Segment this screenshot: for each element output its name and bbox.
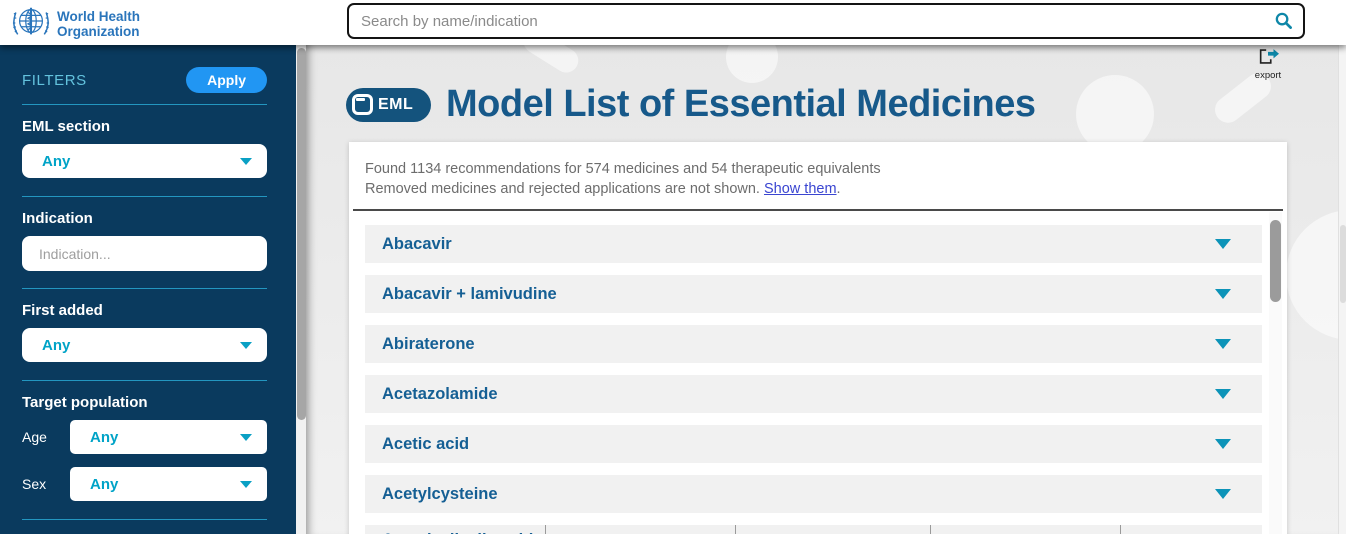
chevron-down-icon [240,434,252,441]
medicine-name: Abiraterone [382,335,475,354]
chevron-down-icon [1215,489,1231,499]
results-panel: Found 1134 recommendations for 574 medic… [349,142,1287,534]
sidebar-scrollbar [296,45,306,534]
age-value: Any [90,429,118,446]
watermark-pill [1286,210,1346,340]
divider [22,519,267,520]
who-emblem-icon [12,3,50,46]
sex-select[interactable]: Any [70,467,267,501]
watermark-pill [726,45,778,83]
medicine-row[interactable]: Acetylcysteine [365,475,1262,513]
divider [22,288,267,289]
chevron-down-icon [1215,289,1231,299]
first-added-label: First added [22,302,267,319]
medicine-name: Acetic acid [382,435,469,454]
page-scrollbar [1338,45,1346,534]
medicine-row[interactable]: Abacavir + lamivudine [365,275,1262,313]
eml-section-value: Any [42,153,70,170]
list-scrollbar-thumb[interactable] [1270,220,1281,302]
search-input[interactable] [347,3,1305,39]
age-label: Age [22,429,70,445]
target-population-label: Target population [22,394,267,411]
divider [22,104,267,105]
column-divider [545,525,546,534]
watermark-capsule [519,45,583,77]
medicine-row[interactable]: Abiraterone [365,325,1262,363]
who-logo-text: World Health Organization [57,10,140,39]
apply-button[interactable]: Apply [186,67,267,93]
filters-title: FILTERS [22,72,87,89]
main-content: export EML Model List of Essential Medic… [306,45,1346,534]
export-icon [1257,53,1279,70]
eml-badge-text: EML [378,96,413,114]
first-added-select[interactable]: Any [22,328,267,362]
chevron-down-icon [240,481,252,488]
chevron-down-icon [1215,339,1231,349]
app-header: World Health Organization [0,0,1346,45]
chevron-down-icon [240,342,252,349]
chevron-down-icon [1215,389,1231,399]
sidebar-scrollbar-thumb[interactable] [297,48,306,420]
chevron-down-icon [240,158,252,165]
column-divider [930,525,931,534]
medicine-row[interactable]: Acetic acid [365,425,1262,463]
indication-label: Indication [22,210,267,227]
search-icon[interactable] [1274,11,1293,35]
eml-badge-icon [352,94,373,115]
chevron-down-icon [1215,239,1231,249]
results-summary: Found 1134 recommendations for 574 medic… [349,142,1287,209]
export-button[interactable]: export [1248,47,1288,81]
medicine-row-partial[interactable]: Acetylsalicylic acid [365,525,1262,534]
divider [22,196,267,197]
indication-input[interactable] [22,236,267,271]
medicine-name: Acetylcysteine [382,485,498,504]
eml-section-select[interactable]: Any [22,144,267,178]
sex-value: Any [90,476,118,493]
page-scrollbar-thumb[interactable] [1340,225,1346,303]
eml-badge: EML [346,88,431,122]
summary-line1: Found 1134 recommendations for 574 medic… [365,160,1271,180]
divider [22,380,267,381]
medicine-name: Abacavir [382,235,452,254]
eml-section-label: EML section [22,118,267,135]
medicine-name: Abacavir + lamivudine [382,285,557,304]
medicine-list: Abacavir Abacavir + lamivudine Abiratero… [349,211,1287,534]
medicine-name: Acetazolamide [382,385,498,404]
page-title: Model List of Essential Medicines [446,83,1036,126]
show-them-link[interactable]: Show them [764,181,837,197]
first-added-value: Any [42,337,70,354]
age-select[interactable]: Any [70,420,267,454]
sex-label: Sex [22,476,70,492]
medicine-row[interactable]: Abacavir [365,225,1262,263]
export-label: export [1248,70,1288,81]
column-divider [1120,525,1121,534]
medicine-row[interactable]: Acetazolamide [365,375,1262,413]
sidebar: FILTERS Apply EML section Any Indication… [0,45,296,534]
summary-line2: Removed medicines and rejected applicati… [365,180,1271,200]
who-logo[interactable]: World Health Organization [12,3,140,46]
chevron-down-icon [1215,439,1231,449]
column-divider [735,525,736,534]
